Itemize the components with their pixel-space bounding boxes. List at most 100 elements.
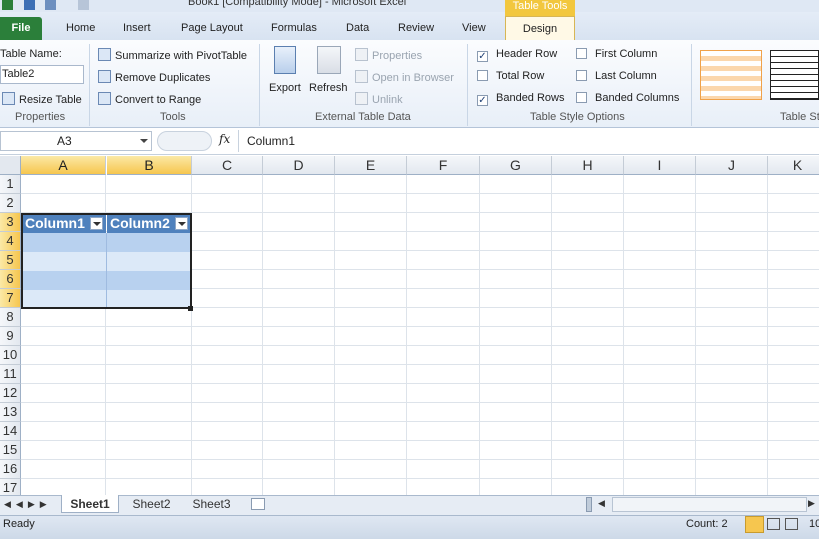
- row-header-5[interactable]: 5: [0, 251, 21, 270]
- banded-columns-option[interactable]: Banded Columns: [576, 92, 679, 104]
- select-all-corner[interactable]: [0, 156, 21, 175]
- group-divider: [259, 44, 260, 126]
- gridline-vertical: [551, 175, 552, 495]
- column-header-d[interactable]: D: [263, 156, 335, 175]
- insert-sheet-icon[interactable]: [251, 498, 265, 510]
- tab-design[interactable]: Design: [505, 16, 575, 41]
- row-header-3[interactable]: 3: [0, 213, 21, 232]
- row-header-9[interactable]: 9: [0, 327, 21, 346]
- formula-input[interactable]: Column1: [247, 134, 295, 148]
- banded-columns-checkbox[interactable]: [576, 92, 587, 103]
- tab-page-layout[interactable]: Page Layout: [181, 22, 243, 34]
- sheet-nav-arrows-icon[interactable]: ◀◀▶▶: [4, 499, 52, 510]
- summarize-pivottable-button[interactable]: Summarize with PivotTable: [98, 48, 247, 62]
- tab-review[interactable]: Review: [398, 22, 434, 34]
- table-style-orange-swatch[interactable]: [700, 50, 762, 100]
- gridline-vertical: [623, 175, 624, 495]
- gridline-horizontal: [21, 193, 819, 194]
- row-header-12[interactable]: 12: [0, 384, 21, 403]
- properties-icon: [355, 48, 368, 61]
- total-row-checkbox[interactable]: [477, 70, 488, 81]
- gridline-horizontal: [21, 345, 819, 346]
- column-header-g[interactable]: G: [480, 156, 552, 175]
- row-header-8[interactable]: 8: [0, 308, 21, 327]
- gridline-horizontal: [21, 212, 819, 213]
- column-header-i[interactable]: I: [624, 156, 696, 175]
- name-box[interactable]: [0, 131, 152, 151]
- page-break-view-button[interactable]: [785, 518, 798, 530]
- tab-formulas[interactable]: Formulas: [271, 22, 317, 34]
- row-header-7[interactable]: 7: [0, 289, 21, 308]
- column-header-e[interactable]: E: [335, 156, 407, 175]
- zoom-level[interactable]: 10: [809, 518, 819, 530]
- row-header-14[interactable]: 14: [0, 422, 21, 441]
- name-box-dropdown-icon[interactable]: [140, 139, 148, 143]
- tab-data[interactable]: Data: [346, 22, 369, 34]
- tab-file[interactable]: File: [0, 17, 42, 40]
- column-header-j[interactable]: J: [696, 156, 768, 175]
- resize-table-button[interactable]: Resize Table: [2, 92, 82, 106]
- column-header-f[interactable]: F: [407, 156, 480, 175]
- column-header-c[interactable]: C: [192, 156, 263, 175]
- header-row-checkbox[interactable]: ✓: [477, 51, 488, 62]
- redo-icon[interactable]: [78, 0, 89, 10]
- row-header-1[interactable]: 1: [0, 175, 21, 194]
- first-column-checkbox[interactable]: [576, 48, 587, 59]
- banded-rows-option[interactable]: ✓ Banded Rows: [477, 92, 565, 106]
- row-header-6[interactable]: 6: [0, 270, 21, 289]
- gridline-vertical: [767, 175, 768, 495]
- scroll-right-icon[interactable]: ▶: [808, 498, 815, 509]
- table-style-black-swatch[interactable]: [770, 50, 819, 100]
- convert-range-icon: [98, 92, 111, 105]
- header-row-option[interactable]: ✓ Header Row: [477, 48, 557, 62]
- refresh-button[interactable]: Refresh: [309, 82, 348, 94]
- tab-split-handle[interactable]: [586, 497, 592, 512]
- row-header-16[interactable]: 16: [0, 460, 21, 479]
- tab-home[interactable]: Home: [66, 22, 95, 34]
- filter-dropdown-icon[interactable]: [175, 217, 188, 230]
- name-box-value: A3: [57, 134, 72, 148]
- row-header-13[interactable]: 13: [0, 403, 21, 422]
- save-icon[interactable]: [24, 0, 35, 10]
- export-button[interactable]: Export: [269, 82, 301, 94]
- row-header-11[interactable]: 11: [0, 365, 21, 384]
- external-data-group-label: External Table Data: [315, 111, 411, 123]
- title-bar: Book1 [Compatibility Mode] - Microsoft E…: [0, 0, 819, 12]
- tab-view[interactable]: View: [462, 22, 486, 34]
- remove-duplicates-button[interactable]: Remove Duplicates: [98, 70, 210, 84]
- last-column-option[interactable]: Last Column: [576, 70, 657, 82]
- scroll-left-icon[interactable]: ◀: [598, 498, 605, 509]
- horizontal-scrollbar[interactable]: [612, 497, 807, 512]
- row-header-2[interactable]: 2: [0, 194, 21, 213]
- unlink-icon: [355, 92, 368, 105]
- sheet-tab-sheet2[interactable]: Sheet2: [124, 495, 179, 513]
- column-header-h[interactable]: H: [552, 156, 624, 175]
- gridline-vertical: [191, 175, 192, 495]
- page-layout-view-button[interactable]: [767, 518, 780, 530]
- formula-bar-splitter[interactable]: [157, 131, 212, 151]
- row-header-4[interactable]: 4: [0, 232, 21, 251]
- row-header-15[interactable]: 15: [0, 441, 21, 460]
- insert-function-button[interactable]: fx: [219, 132, 230, 146]
- filter-dropdown-icon[interactable]: [90, 217, 103, 230]
- remove-duplicates-icon: [98, 70, 111, 83]
- banded-rows-checkbox[interactable]: ✓: [477, 95, 488, 106]
- sheet-tab-sheet1[interactable]: Sheet1: [61, 495, 119, 513]
- convert-to-range-button[interactable]: Convert to Range: [98, 92, 201, 106]
- column-header-b[interactable]: B: [107, 156, 192, 175]
- first-column-option[interactable]: First Column: [576, 48, 657, 60]
- column-header-k[interactable]: K: [768, 156, 819, 175]
- style-options-group-label: Table Style Options: [530, 111, 625, 123]
- undo-icon[interactable]: [45, 0, 56, 10]
- column-header-a[interactable]: A: [21, 156, 106, 175]
- fill-handle[interactable]: [188, 306, 193, 311]
- last-column-checkbox[interactable]: [576, 70, 587, 81]
- unlink-button: Unlink: [355, 92, 403, 106]
- tab-insert[interactable]: Insert: [123, 22, 151, 34]
- normal-view-button[interactable]: [745, 516, 764, 533]
- row-header-10[interactable]: 10: [0, 346, 21, 365]
- table-name-input[interactable]: Table2: [0, 65, 84, 84]
- total-row-option[interactable]: Total Row: [477, 70, 544, 82]
- sheet-tab-sheet3[interactable]: Sheet3: [184, 495, 239, 513]
- refresh-icon: [317, 46, 341, 74]
